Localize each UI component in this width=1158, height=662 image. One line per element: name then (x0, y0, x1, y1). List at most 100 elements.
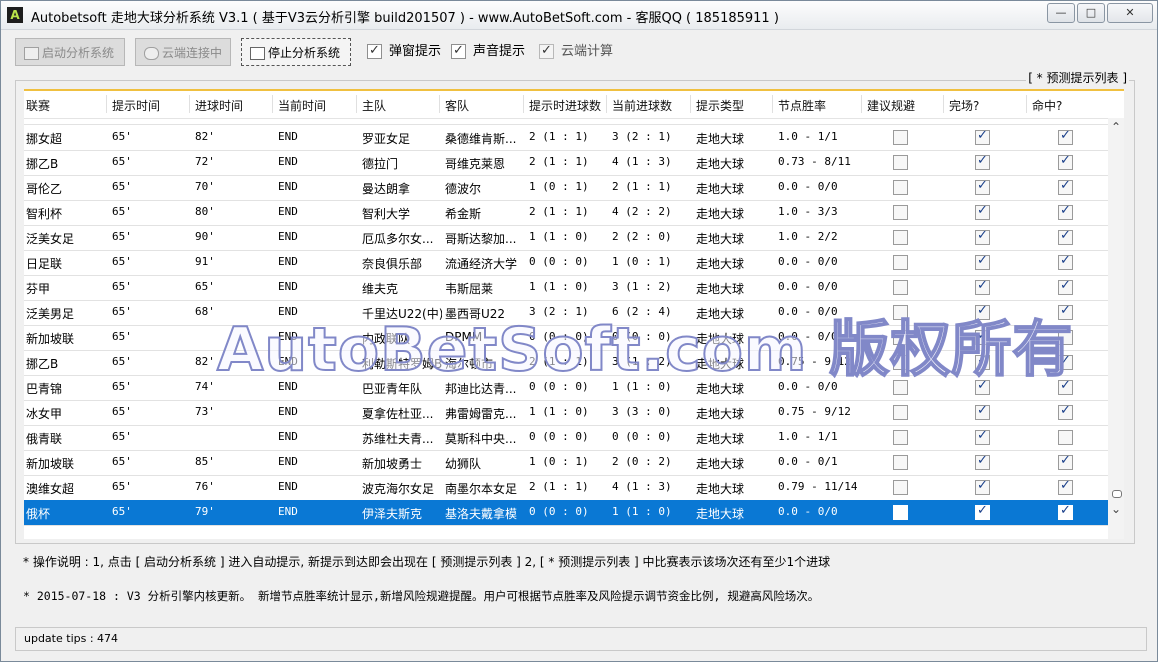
column-separator[interactable] (523, 95, 524, 113)
table-row[interactable]: 俄杯 65' 79' END 伊泽夫斯克 基洛夫戴拿模 0 (0 : 0) 1 (1 : 0)… (24, 500, 1110, 526)
avoid-checkbox[interactable] (893, 355, 908, 370)
maximize-button[interactable]: □ (1077, 3, 1105, 23)
done-checkbox[interactable] (975, 503, 990, 520)
column-separator[interactable] (1026, 95, 1027, 113)
column-header[interactable]: 命中? (1032, 97, 1062, 114)
done-checkbox[interactable] (975, 128, 990, 145)
column-header[interactable]: 主队 (362, 97, 386, 114)
avoid-checkbox[interactable] (893, 305, 908, 320)
start-analysis-button[interactable]: 启动分析系统 (15, 38, 125, 66)
column-separator[interactable] (606, 95, 607, 113)
done-checkbox[interactable] (975, 203, 990, 220)
column-separator[interactable] (356, 95, 357, 113)
avoid-checkbox[interactable] (893, 280, 908, 295)
hit-checkbox[interactable] (1058, 353, 1073, 370)
done-checkbox[interactable] (975, 253, 990, 270)
scroll-down-icon[interactable]: ⌄ (1110, 502, 1122, 516)
avoid-checkbox[interactable] (893, 330, 908, 345)
done-checkbox[interactable] (975, 228, 990, 245)
column-header[interactable]: 客队 (445, 97, 469, 114)
table-row-partial[interactable] (24, 118, 1110, 125)
column-header[interactable]: 提示时间 (112, 97, 160, 114)
column-separator[interactable] (272, 95, 273, 113)
column-separator[interactable] (772, 95, 773, 113)
avoid-checkbox[interactable] (893, 230, 908, 245)
column-header[interactable]: 联赛 (26, 97, 50, 114)
column-header[interactable]: 提示时进球数 (529, 97, 601, 114)
column-separator[interactable] (690, 95, 691, 113)
done-checkbox[interactable] (975, 303, 990, 320)
avoid-checkbox[interactable] (893, 380, 908, 395)
table-row[interactable]: 芬甲 65' 65' END 维夫克 韦斯屈莱 1 (1 : 0) 3 (1 : 2) 走地大球… (24, 275, 1110, 301)
stop-analysis-button[interactable]: 停止分析系统 (241, 38, 351, 66)
minimize-button[interactable]: — (1047, 3, 1075, 23)
column-header[interactable]: 进球时间 (195, 97, 243, 114)
scroll-up-icon[interactable]: ⌃ (1110, 120, 1122, 134)
avoid-checkbox[interactable] (893, 180, 908, 195)
hit-checkbox[interactable] (1058, 453, 1073, 470)
done-checkbox[interactable] (975, 378, 990, 395)
avoid-checkbox[interactable] (893, 405, 908, 420)
column-header[interactable]: 提示类型 (696, 97, 744, 114)
table-row[interactable]: 澳维女超 65' 76' END 波克海尔女足 南墨尔本女足 2 (1 : 1) 4 (1 :… (24, 475, 1110, 501)
done-checkbox[interactable] (975, 403, 990, 420)
column-separator[interactable] (861, 95, 862, 113)
hit-checkbox[interactable] (1058, 478, 1073, 495)
done-checkbox[interactable] (975, 353, 990, 370)
avoid-checkbox[interactable] (893, 130, 908, 145)
hit-checkbox[interactable] (1058, 330, 1073, 345)
column-header[interactable]: 节点胜率 (778, 97, 826, 114)
cloud-calc-checkbox[interactable]: 云端计算 (539, 42, 613, 61)
table-row[interactable]: 巴青锦 65' 74' END 巴亚青年队 邦迪比达青... 0 (0 : 0) 1 (1 :… (24, 375, 1110, 401)
table-row[interactable]: 泛美女足 65' 90' END 厄瓜多尔女... 哥斯达黎加... 1 (1 : 0) 2 … (24, 225, 1110, 251)
table-row[interactable]: 新加坡联 65' 85' END 新加坡勇士 幼狮队 1 (0 : 1) 2 (0 : 2) 走… (24, 450, 1110, 476)
hit-checkbox[interactable] (1058, 503, 1073, 520)
table-row[interactable]: 冰女甲 65' 73' END 夏拿佐杜亚... 弗雷姆雷克... 1 (1 : 0) 3 (… (24, 400, 1110, 426)
avoid-checkbox[interactable] (893, 205, 908, 220)
table-row[interactable]: 挪乙B 65' 82' END 利勒斯特罗姆B 海尔顿市 2 (1 : 1) 3 (1 : 2… (24, 350, 1110, 376)
done-checkbox[interactable] (975, 453, 990, 470)
column-separator[interactable] (439, 95, 440, 113)
hit-checkbox[interactable] (1058, 128, 1073, 145)
column-separator[interactable] (189, 95, 190, 113)
avoid-checkbox[interactable] (893, 155, 908, 170)
avoid-checkbox[interactable] (893, 480, 908, 495)
hit-checkbox[interactable] (1058, 303, 1073, 320)
avoid-checkbox[interactable] (893, 255, 908, 270)
sound-alert-checkbox[interactable]: 声音提示 (451, 42, 525, 61)
table-row[interactable]: 挪乙B 65' 72' END 德拉门 哥维克莱恩 2 (1 : 1) 4 (1 : 3) 走地… (24, 150, 1110, 176)
scroll-thumb[interactable] (1112, 490, 1122, 498)
hit-checkbox[interactable] (1058, 178, 1073, 195)
hit-checkbox[interactable] (1058, 153, 1073, 170)
column-header[interactable]: 当前时间 (278, 97, 326, 114)
hit-checkbox[interactable] (1058, 253, 1073, 270)
hit-checkbox[interactable] (1058, 228, 1073, 245)
hit-checkbox[interactable] (1058, 203, 1073, 220)
popup-alert-checkbox[interactable]: 弹窗提示 (367, 42, 441, 61)
table-row[interactable]: 挪女超 65' 82' END 罗亚女足 桑德维肯斯... 2 (1 : 1) 3 (2 : … (24, 125, 1110, 151)
hit-checkbox[interactable] (1058, 278, 1073, 295)
close-button[interactable]: ✕ (1107, 3, 1153, 23)
column-separator[interactable] (106, 95, 107, 113)
table-row[interactable]: 新加坡联 65' END 内政联队 DPMM 0 (0 : 0) 0 (0 : 0) 走地大球… (24, 325, 1110, 351)
avoid-checkbox[interactable] (893, 430, 908, 445)
vertical-scrollbar[interactable]: ⌃ ⌄ (1108, 118, 1124, 539)
table-row[interactable]: 哥伦乙 65' 70' END 曼达朗拿 德波尔 1 (0 : 1) 2 (1 : 1) 走地大… (24, 175, 1110, 201)
hit-checkbox[interactable] (1058, 378, 1073, 395)
done-checkbox[interactable] (975, 428, 990, 445)
column-header[interactable]: 完场? (949, 97, 979, 114)
column-header[interactable]: 建议规避 (867, 97, 915, 114)
avoid-checkbox[interactable] (893, 505, 908, 520)
column-separator[interactable] (943, 95, 944, 113)
cloud-connect-button[interactable]: 云端连接中 (135, 38, 231, 66)
table-row[interactable]: 泛美男足 65' 68' END 千里达U22(中) 墨西哥U22 3 (2 : 1) 6 (… (24, 300, 1110, 326)
done-checkbox[interactable] (975, 478, 990, 495)
avoid-checkbox[interactable] (893, 455, 908, 470)
table-row[interactable]: 日足联 65' 91' END 奈良俱乐部 流通经济大学 0 (0 : 0) 1 (0 : 1… (24, 250, 1110, 276)
done-checkbox[interactable] (975, 278, 990, 295)
hit-checkbox[interactable] (1058, 403, 1073, 420)
table-row[interactable]: 俄青联 65' END 苏维杜夫青... 莫斯科中央... 0 (0 : 0) 0 (0 :… (24, 425, 1110, 451)
hit-checkbox[interactable] (1058, 430, 1073, 445)
done-checkbox[interactable] (975, 328, 990, 345)
done-checkbox[interactable] (975, 178, 990, 195)
